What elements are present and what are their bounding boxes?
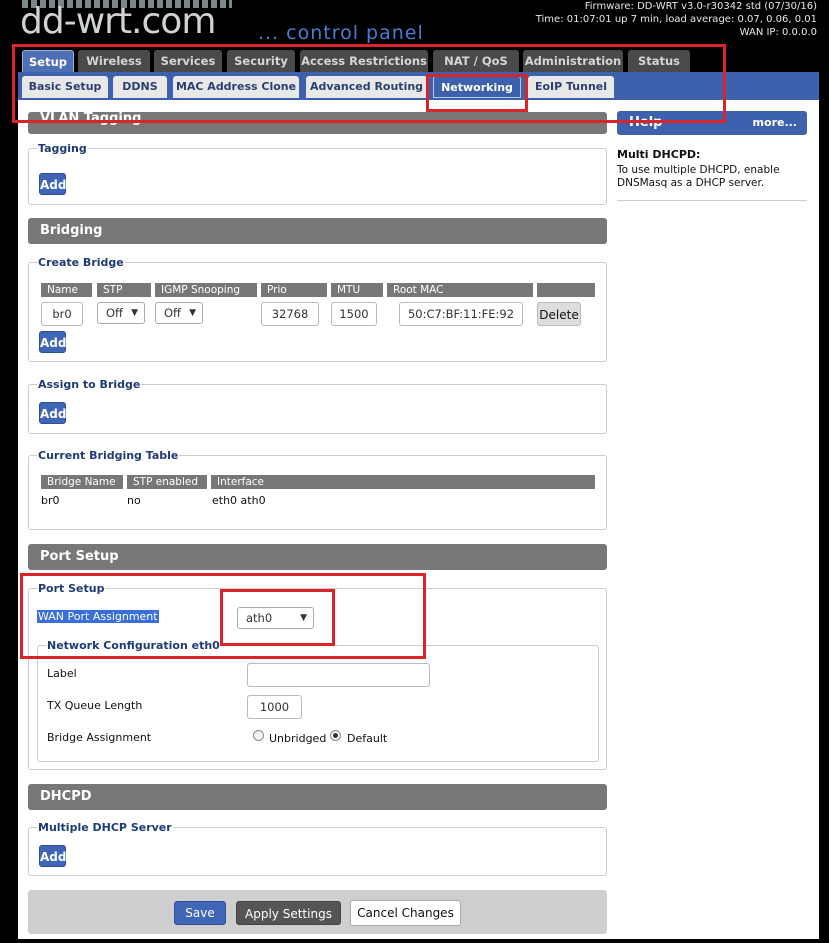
tab-security[interactable]: Security [227,50,295,72]
cancel-changes-button[interactable]: Cancel Changes [350,900,461,926]
tab-wireless[interactable]: Wireless [78,50,150,72]
table-cell: no [127,494,141,507]
bridge-assignment-label: Bridge Assignment [47,731,152,744]
bridge-name-input[interactable]: br0 [41,302,83,326]
tab-services[interactable]: Services [154,50,222,72]
col-root-mac: Root MAC [387,283,533,297]
tab-access-restrictions[interactable]: Access Restrictions [300,50,428,72]
label-input[interactable] [247,663,430,687]
col-igmp: IGMP Snooping [155,283,257,297]
box-network-config: Network Configuration eth0 Label TX Queu… [37,639,599,762]
col-prio: Prio [261,283,327,297]
stp-select-value: Off [106,306,123,320]
tab-status[interactable]: Status [628,50,690,72]
col-mtu: MTU [331,283,383,297]
help-more-link[interactable]: more... [753,111,797,135]
tagging-title: Tagging [37,142,88,155]
tab-setup[interactable]: Setup [22,50,74,72]
table-cell: eth0 ath0 [212,494,266,507]
box-create-bridge: Create Bridge Name STP IGMP Snooping Pri… [28,256,607,362]
wan-port-select-value: ath0 [246,611,273,625]
main-tabbar: Setup Wireless Services Security Access … [18,44,819,72]
label-field-label: Label [47,667,77,680]
igmp-select-value: Off [164,306,181,320]
footer-bar: Save Apply Settings Cancel Changes [28,890,607,934]
subtab-basic-setup[interactable]: Basic Setup [22,76,108,98]
help-heading: Multi DHCPD: [617,148,701,161]
control-panel-title: ... control panel [258,22,424,44]
subtab-networking[interactable]: Networking [433,76,521,98]
subtab-advanced-routing[interactable]: Advanced Routing [306,76,427,98]
assign-to-bridge-title: Assign to Bridge [37,378,142,391]
network-config-title: Network Configuration eth0 [46,639,221,652]
wan-port-select[interactable]: ath0 ▼ [237,607,314,629]
save-button[interactable]: Save [174,901,226,925]
tagging-add-button[interactable]: Add [39,173,66,195]
subtab-eoip-tunnel[interactable]: EoIP Tunnel [528,76,614,98]
tab-administration[interactable]: Administration [523,50,623,72]
box-port-setup: Port Setup WAN Port Assignment ath0 ▼ Ne… [28,582,607,770]
uptime: Time: 01:07:01 up 7 min, load average: 0… [535,14,817,25]
apply-settings-button[interactable]: Apply Settings [236,901,341,925]
chevron-down-icon: ▼ [300,613,307,623]
subtab-mac-address-clone[interactable]: MAC Address Clone [173,76,299,98]
chevron-down-icon: ▼ [189,308,196,318]
chevron-down-icon: ▼ [131,308,138,318]
default-radio[interactable] [330,730,341,741]
section-vlan-tagging: VLAN Tagging [28,112,607,134]
col-stp-enabled: STP enabled [127,475,207,489]
create-bridge-title: Create Bridge [37,256,125,269]
assign-add-button[interactable]: Add [39,402,66,424]
section-bridging: Bridging [28,218,607,244]
col-bridge-name: Bridge Name [41,475,123,489]
divider [617,200,807,201]
tx-queue-input[interactable]: 1000 [247,695,302,719]
subtab-ddns[interactable]: DDNS [113,76,167,98]
unbridged-label: Unbridged [269,732,327,745]
tab-nat-qos[interactable]: NAT / QoS [433,50,519,72]
header: dd-wrt.com ... control panel Firmware: D… [0,0,829,48]
wan-port-assignment-label: WAN Port Assignment [37,610,159,623]
dhcp-add-button[interactable]: Add [39,845,66,867]
create-bridge-add-button[interactable]: Add [39,331,66,353]
prio-input[interactable]: 32768 [261,302,319,326]
port-setup-title: Port Setup [37,582,106,595]
help-header: Help more... [617,111,807,135]
logo: dd-wrt.com [20,1,216,42]
firmware-version: Firmware: DD-WRT v3.0-r30342 std (07/30/… [584,1,817,12]
stp-select[interactable]: Off ▼ [97,302,145,324]
igmp-select[interactable]: Off ▼ [155,302,203,324]
wan-port-assignment-text: WAN Port Assignment [37,610,159,623]
bridging-table-title: Current Bridging Table [37,449,180,462]
delete-bridge-button[interactable]: Delete [537,302,581,326]
help-title: Help [629,115,663,130]
sub-tabbar: Basic Setup DDNS MAC Address Clone Advan… [18,72,819,100]
help-text: To use multiple DHCPD, enable DNSMasq as… [617,164,780,189]
main-frame: Setup Wireless Services Security Access … [18,44,819,939]
col-name: Name [41,283,92,297]
col-stp: STP [97,283,151,297]
multiple-dhcp-title: Multiple DHCP Server [37,821,173,834]
box-bridging-table: Current Bridging Table Bridge Name STP e… [28,449,607,530]
col-interface: Interface [211,475,595,489]
default-label: Default [347,732,388,745]
tx-queue-label: TX Queue Length [47,699,143,712]
box-assign-to-bridge: Assign to Bridge Add [28,378,607,434]
box-tagging: Tagging Add [28,142,607,205]
col-blank [537,283,595,297]
firmware-info: Firmware: DD-WRT v3.0-r30342 std (07/30/… [536,0,817,39]
section-dhcpd: DHCPD [28,784,607,810]
root-mac-input[interactable]: 50:C7:BF:11:FE:92 [399,302,523,326]
wan-ip: WAN IP: 0.0.0.0 [739,27,817,38]
mtu-input[interactable]: 1500 [331,302,377,326]
box-multiple-dhcp: Multiple DHCP Server Add [28,821,607,876]
table-cell: br0 [41,494,60,507]
unbridged-radio[interactable] [253,730,264,741]
section-port-setup: Port Setup [28,544,607,570]
